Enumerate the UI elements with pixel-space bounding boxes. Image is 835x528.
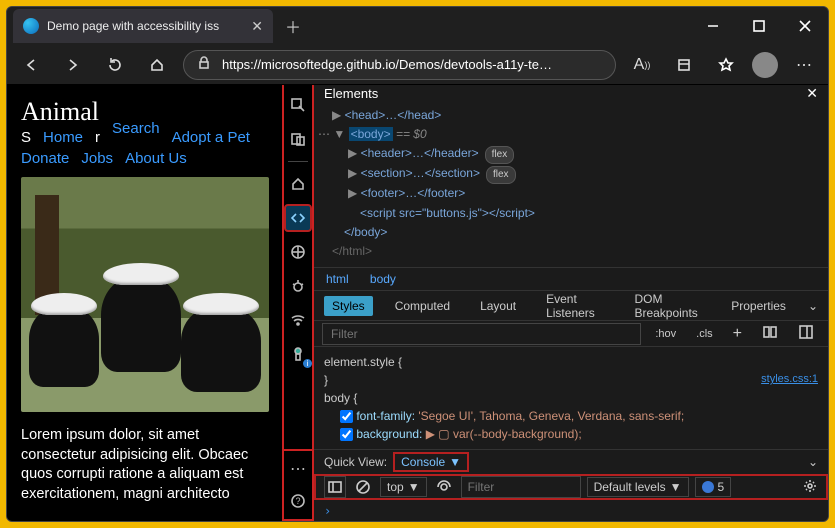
issues-badge[interactable]: 5 — [695, 477, 732, 497]
tab-close-icon[interactable]: ✕ — [251, 18, 263, 35]
source-link[interactable]: styles.css:1 — [761, 371, 818, 388]
home-button[interactable] — [141, 49, 173, 81]
crumb-body[interactable]: body — [370, 272, 396, 286]
console-prompt[interactable]: › — [314, 500, 828, 521]
nav-adopt[interactable]: Adopt a Pet — [172, 129, 250, 146]
profile-avatar[interactable] — [752, 52, 778, 78]
tab-computed[interactable]: Computed — [387, 296, 458, 316]
elements-header: Elements ✕ — [314, 85, 828, 102]
maximize-button[interactable] — [736, 7, 782, 45]
tab-properties[interactable]: Properties — [723, 296, 794, 316]
close-button[interactable] — [782, 7, 828, 45]
devtools-panel: Elements ✕ ▶ <head>…</head> ⋯ ▼ <body> =… — [314, 85, 828, 521]
quick-view-header: Quick View: Console ▼ ⌄ — [314, 449, 828, 474]
more-tools-icon[interactable]: ⋯ — [284, 455, 312, 483]
nav-donate[interactable]: Donate — [21, 150, 69, 167]
nav-prefix: S — [21, 129, 31, 146]
quick-view-label: Quick View: — [324, 455, 387, 469]
collapse-icon[interactable]: ⌄ — [808, 455, 818, 469]
collections-icon[interactable] — [668, 49, 700, 81]
dom-tree[interactable]: ▶ <head>…</head> ⋯ ▼ <body> == $0 ▶ <hea… — [314, 102, 828, 267]
clear-console-icon[interactable] — [352, 476, 374, 498]
edge-favicon — [23, 18, 39, 34]
bug-icon[interactable] — [284, 272, 312, 300]
minimize-button[interactable] — [690, 7, 736, 45]
page-nav: S Home r Search Adopt a Pet Donate Jobs … — [21, 129, 268, 167]
webpage-viewport: Animal S Home r Search Adopt a Pet Donat… — [7, 85, 282, 521]
nav-about[interactable]: About Us — [125, 150, 187, 167]
body-text: Lorem ipsum dolor, sit amet consectetur … — [21, 426, 268, 504]
browser-toolbar: https://microsoftedge.github.io/Demos/de… — [7, 45, 828, 85]
lock-icon — [196, 55, 212, 74]
nav-suffix: r — [95, 129, 100, 146]
url-text: https://microsoftedge.github.io/Demos/de… — [222, 57, 552, 72]
devtools-activity-bar: i ⋯ ? — [282, 85, 314, 521]
console-toolbar: top ▼ Default levels ▼ 5 — [314, 474, 828, 500]
styles-filter-row: :hov .cls + — [314, 321, 828, 347]
tab-title: Demo page with accessibility iss — [47, 19, 243, 33]
inspect-icon[interactable] — [284, 91, 312, 119]
nav-home[interactable]: Home — [43, 129, 83, 146]
network-icon[interactable] — [284, 238, 312, 266]
console-filter-input[interactable] — [461, 476, 581, 498]
refresh-button[interactable] — [99, 49, 131, 81]
flexbox-editor-icon[interactable] — [756, 321, 784, 346]
read-aloud-icon[interactable]: A)) — [626, 49, 658, 81]
address-bar[interactable]: https://microsoftedge.github.io/Demos/de… — [183, 50, 616, 80]
device-icon[interactable] — [284, 125, 312, 153]
tab-dom-breakpoints[interactable]: DOM Breakpoints — [626, 289, 709, 323]
browser-tab[interactable]: Demo page with accessibility iss ✕ — [13, 9, 273, 43]
panel-title: Elements — [324, 86, 378, 101]
cls-toggle[interactable]: .cls — [690, 325, 719, 343]
browser-window: Demo page with accessibility iss ✕ ＋ htt… — [6, 6, 829, 522]
computed-sidebar-icon[interactable] — [792, 321, 820, 346]
new-rule-icon[interactable]: + — [727, 322, 748, 346]
hero-image — [21, 177, 269, 412]
nav-jobs[interactable]: Jobs — [81, 150, 113, 167]
log-levels-selector[interactable]: Default levels ▼ — [587, 477, 689, 497]
lighthouse-icon[interactable]: i — [284, 340, 312, 368]
context-selector[interactable]: top ▼ — [380, 477, 427, 497]
content-area: Animal S Home r Search Adopt a Pet Donat… — [7, 85, 828, 521]
css-rules[interactable]: styles.css:1 element.style { } body { fo… — [314, 347, 828, 449]
tab-layout[interactable]: Layout — [472, 296, 524, 316]
crumb-html[interactable]: html — [326, 272, 349, 286]
wifi-icon[interactable] — [284, 306, 312, 334]
breadcrumb[interactable]: html body — [314, 267, 828, 291]
window-controls — [690, 7, 828, 45]
favorite-icon[interactable] — [710, 49, 742, 81]
quick-view-selector[interactable]: Console ▼ — [393, 452, 469, 472]
live-expression-icon[interactable] — [433, 476, 455, 498]
sources-icon[interactable] — [284, 204, 312, 232]
styles-tabs: Styles Computed Layout Event Listeners D… — [314, 291, 828, 321]
tab-styles[interactable]: Styles — [324, 296, 373, 316]
console-settings-icon[interactable] — [802, 478, 818, 497]
forward-button[interactable] — [57, 49, 89, 81]
panel-close-icon[interactable]: ✕ — [806, 85, 818, 102]
chevron-down-icon[interactable]: ⌄ — [808, 299, 818, 313]
help-icon[interactable]: ? — [284, 487, 312, 515]
back-button[interactable] — [15, 49, 47, 81]
hov-toggle[interactable]: :hov — [649, 325, 682, 343]
svg-text:?: ? — [295, 496, 300, 506]
menu-button[interactable]: ⋯ — [788, 49, 820, 81]
new-tab-button[interactable]: ＋ — [279, 12, 307, 40]
tab-event-listeners[interactable]: Event Listeners — [538, 289, 612, 323]
styles-filter-input[interactable] — [322, 323, 641, 345]
welcome-icon[interactable] — [284, 170, 312, 198]
nav-search[interactable]: Search — [112, 120, 160, 137]
titlebar: Demo page with accessibility iss ✕ ＋ — [7, 7, 828, 45]
console-sidebar-icon[interactable] — [324, 476, 346, 498]
